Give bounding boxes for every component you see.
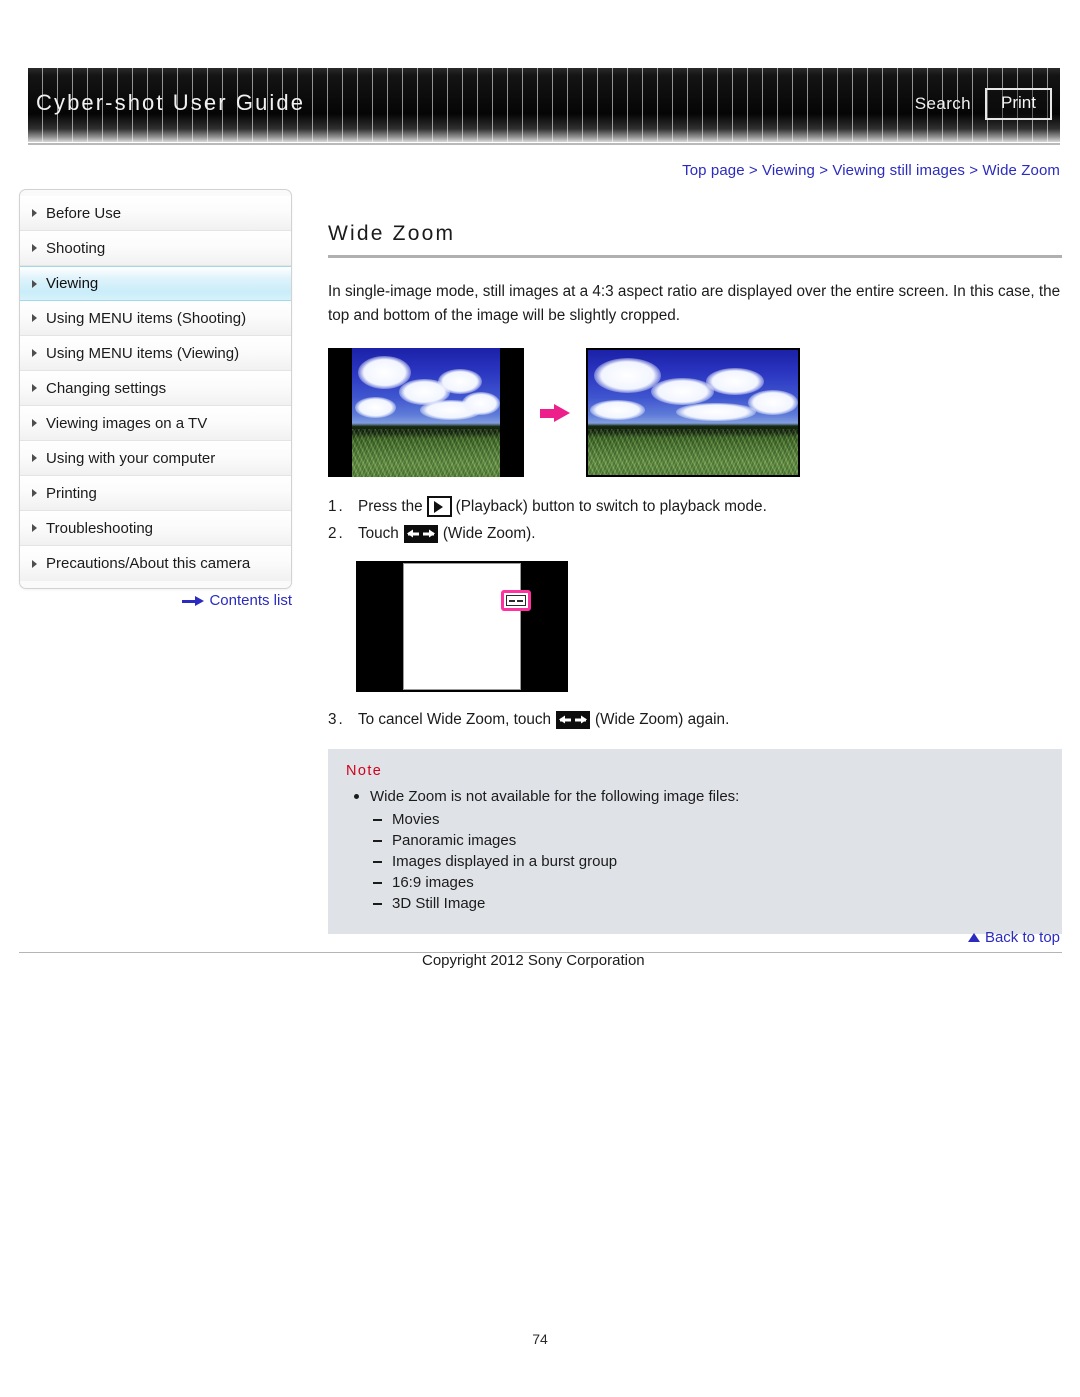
sidebar-item-printing[interactable]: Printing bbox=[20, 476, 291, 511]
sidebar-item-precautions-about-this-camera[interactable]: Precautions/About this camera bbox=[20, 546, 291, 581]
steps-list-top: 1. Press the (Playback) button to switch… bbox=[328, 493, 1062, 547]
step-text-after: (Wide Zoom). bbox=[442, 525, 536, 542]
arrow-right-pink-icon bbox=[540, 403, 570, 422]
step-text-after: (Playback) button to switch to playback … bbox=[455, 498, 767, 515]
caret-right-icon bbox=[32, 349, 37, 357]
step-text-before: Press the bbox=[358, 498, 423, 515]
wide-zoom-button-highlight[interactable] bbox=[501, 590, 531, 611]
contents-list-row[interactable]: Contents list bbox=[19, 592, 292, 609]
step-number: 3. bbox=[328, 711, 345, 728]
caret-right-icon bbox=[32, 314, 37, 322]
sidebar-item-label: Before Use bbox=[46, 204, 122, 222]
sidebar-item-using-with-your-computer[interactable]: Using with your computer bbox=[20, 441, 291, 476]
intro-paragraph: In single-image mode, still images at a … bbox=[328, 283, 1061, 324]
sidebar-item-troubleshooting[interactable]: Troubleshooting bbox=[20, 511, 291, 546]
image-before-pillarboxed bbox=[328, 348, 524, 477]
sidebar-item-label: Precautions/About this camera bbox=[46, 555, 251, 572]
wide-zoom-icon bbox=[403, 524, 438, 543]
sidebar-item-before-use[interactable]: Before Use bbox=[20, 196, 291, 231]
site-header: Cyber-shot User Guide Search Print bbox=[28, 68, 1060, 146]
sidebar-item-label: Using MENU items (Shooting) bbox=[46, 309, 247, 327]
playback-icon bbox=[426, 496, 452, 517]
screen-display-area bbox=[403, 563, 521, 690]
sidebar-item-viewing-images-on-a-tv[interactable]: Viewing images on a TV bbox=[20, 406, 291, 441]
note-sub-item: Movies bbox=[346, 809, 1044, 830]
note-sub-item: 16:9 images bbox=[346, 872, 1044, 893]
step-text-after: (Wide Zoom) again. bbox=[595, 711, 730, 728]
wide-zoom-comparison-figure bbox=[328, 348, 1062, 477]
step-item: 1. Press the (Playback) button to switch… bbox=[328, 493, 1062, 520]
step-number: 2. bbox=[328, 525, 345, 542]
sidebar-item-label: Using MENU items (Viewing) bbox=[46, 344, 240, 362]
copyright-text: Copyright 2012 Sony Corporation bbox=[422, 952, 645, 969]
sidebar-item-using-menu-items-shooting[interactable]: Using MENU items (Shooting) bbox=[20, 301, 291, 336]
caret-right-icon bbox=[32, 244, 37, 252]
page-title: Wide Zoom bbox=[328, 222, 456, 245]
back-to-top-label: Back to top bbox=[984, 929, 1060, 946]
header-bar: Cyber-shot User Guide Search Print bbox=[28, 68, 1060, 142]
sidebar-item-label: Shooting bbox=[46, 239, 106, 257]
note-box: Note Wide Zoom is not available for the … bbox=[328, 749, 1062, 934]
step-item: 2. Touch (Wide Zoom). bbox=[328, 520, 1062, 547]
sidebar-item-label: Changing settings bbox=[46, 379, 167, 397]
caret-right-icon bbox=[32, 524, 37, 532]
header-actions: Search Print bbox=[915, 88, 1052, 120]
step-text-before: Touch bbox=[358, 525, 399, 542]
note-title: Note bbox=[346, 763, 383, 779]
note-sub-list: Movies Panoramic images Images displayed… bbox=[346, 809, 1044, 914]
sidebar-item-using-menu-items-viewing[interactable]: Using MENU items (Viewing) bbox=[20, 336, 291, 371]
note-sub-item: Panoramic images bbox=[346, 830, 1044, 851]
sidebar-item-viewing[interactable]: Viewing bbox=[20, 266, 291, 301]
sidebar-item-changing-settings[interactable]: Changing settings bbox=[20, 371, 291, 406]
breadcrumb[interactable]: Top page > Viewing > Viewing still image… bbox=[682, 162, 1060, 179]
step-text: To cancel Wide Zoom, touch (Wide Zoom) a… bbox=[358, 706, 729, 733]
sidebar-item-label: Using with your computer bbox=[46, 449, 216, 467]
landscape-photo bbox=[588, 350, 798, 475]
page-number: 74 bbox=[532, 1331, 548, 1347]
arrow-right-icon bbox=[182, 595, 205, 606]
step-item: 3. To cancel Wide Zoom, touch (Wide Zoom… bbox=[328, 706, 1062, 733]
caret-right-icon bbox=[32, 384, 37, 392]
caret-right-icon bbox=[32, 209, 37, 217]
sidebar-item-label: Printing bbox=[46, 484, 97, 502]
camera-screen-mockup bbox=[356, 561, 568, 692]
note-sub-item: 3D Still Image bbox=[346, 893, 1044, 914]
brand-title: Cyber-shot User Guide bbox=[36, 90, 306, 115]
title-divider bbox=[328, 255, 1062, 258]
note-bullet: Wide Zoom is not available for the follo… bbox=[346, 786, 1044, 807]
step-number: 1. bbox=[328, 498, 345, 515]
transform-arrow bbox=[524, 403, 586, 422]
caret-right-icon bbox=[32, 279, 37, 288]
contents-list-link[interactable]: Contents list bbox=[209, 592, 292, 609]
caret-right-icon bbox=[32, 454, 37, 462]
sidebar-item-label: Viewing images on a TV bbox=[46, 414, 208, 432]
print-button[interactable]: Print bbox=[985, 88, 1052, 120]
steps-list-bottom: 3. To cancel Wide Zoom, touch (Wide Zoom… bbox=[328, 706, 1062, 733]
wide-zoom-icon bbox=[506, 595, 526, 606]
image-after-fullwidth bbox=[586, 348, 800, 477]
header-underline bbox=[28, 143, 1060, 145]
triangle-up-icon bbox=[967, 933, 980, 942]
caret-right-icon bbox=[32, 419, 37, 427]
step-text: Touch (Wide Zoom). bbox=[358, 520, 535, 547]
search-button[interactable]: Search bbox=[915, 94, 971, 114]
sidebar-item-label: Viewing bbox=[46, 275, 99, 292]
step-text-before: To cancel Wide Zoom, touch bbox=[358, 711, 551, 728]
landscape-photo bbox=[352, 348, 500, 477]
caret-right-icon bbox=[32, 489, 37, 497]
caret-right-icon bbox=[32, 559, 37, 568]
note-sub-item: Images displayed in a burst group bbox=[346, 851, 1044, 872]
sidebar-nav: Before Use Shooting Viewing Using MENU i… bbox=[19, 189, 292, 589]
sidebar-item-shooting[interactable]: Shooting bbox=[20, 231, 291, 266]
sidebar-item-label: Troubleshooting bbox=[46, 519, 154, 537]
back-to-top-link[interactable]: Back to top bbox=[967, 929, 1060, 946]
main-content: Wide Zoom In single-image mode, still im… bbox=[328, 222, 1062, 934]
step-text: Press the (Playback) button to switch to… bbox=[358, 493, 767, 520]
wide-zoom-icon bbox=[556, 710, 590, 729]
